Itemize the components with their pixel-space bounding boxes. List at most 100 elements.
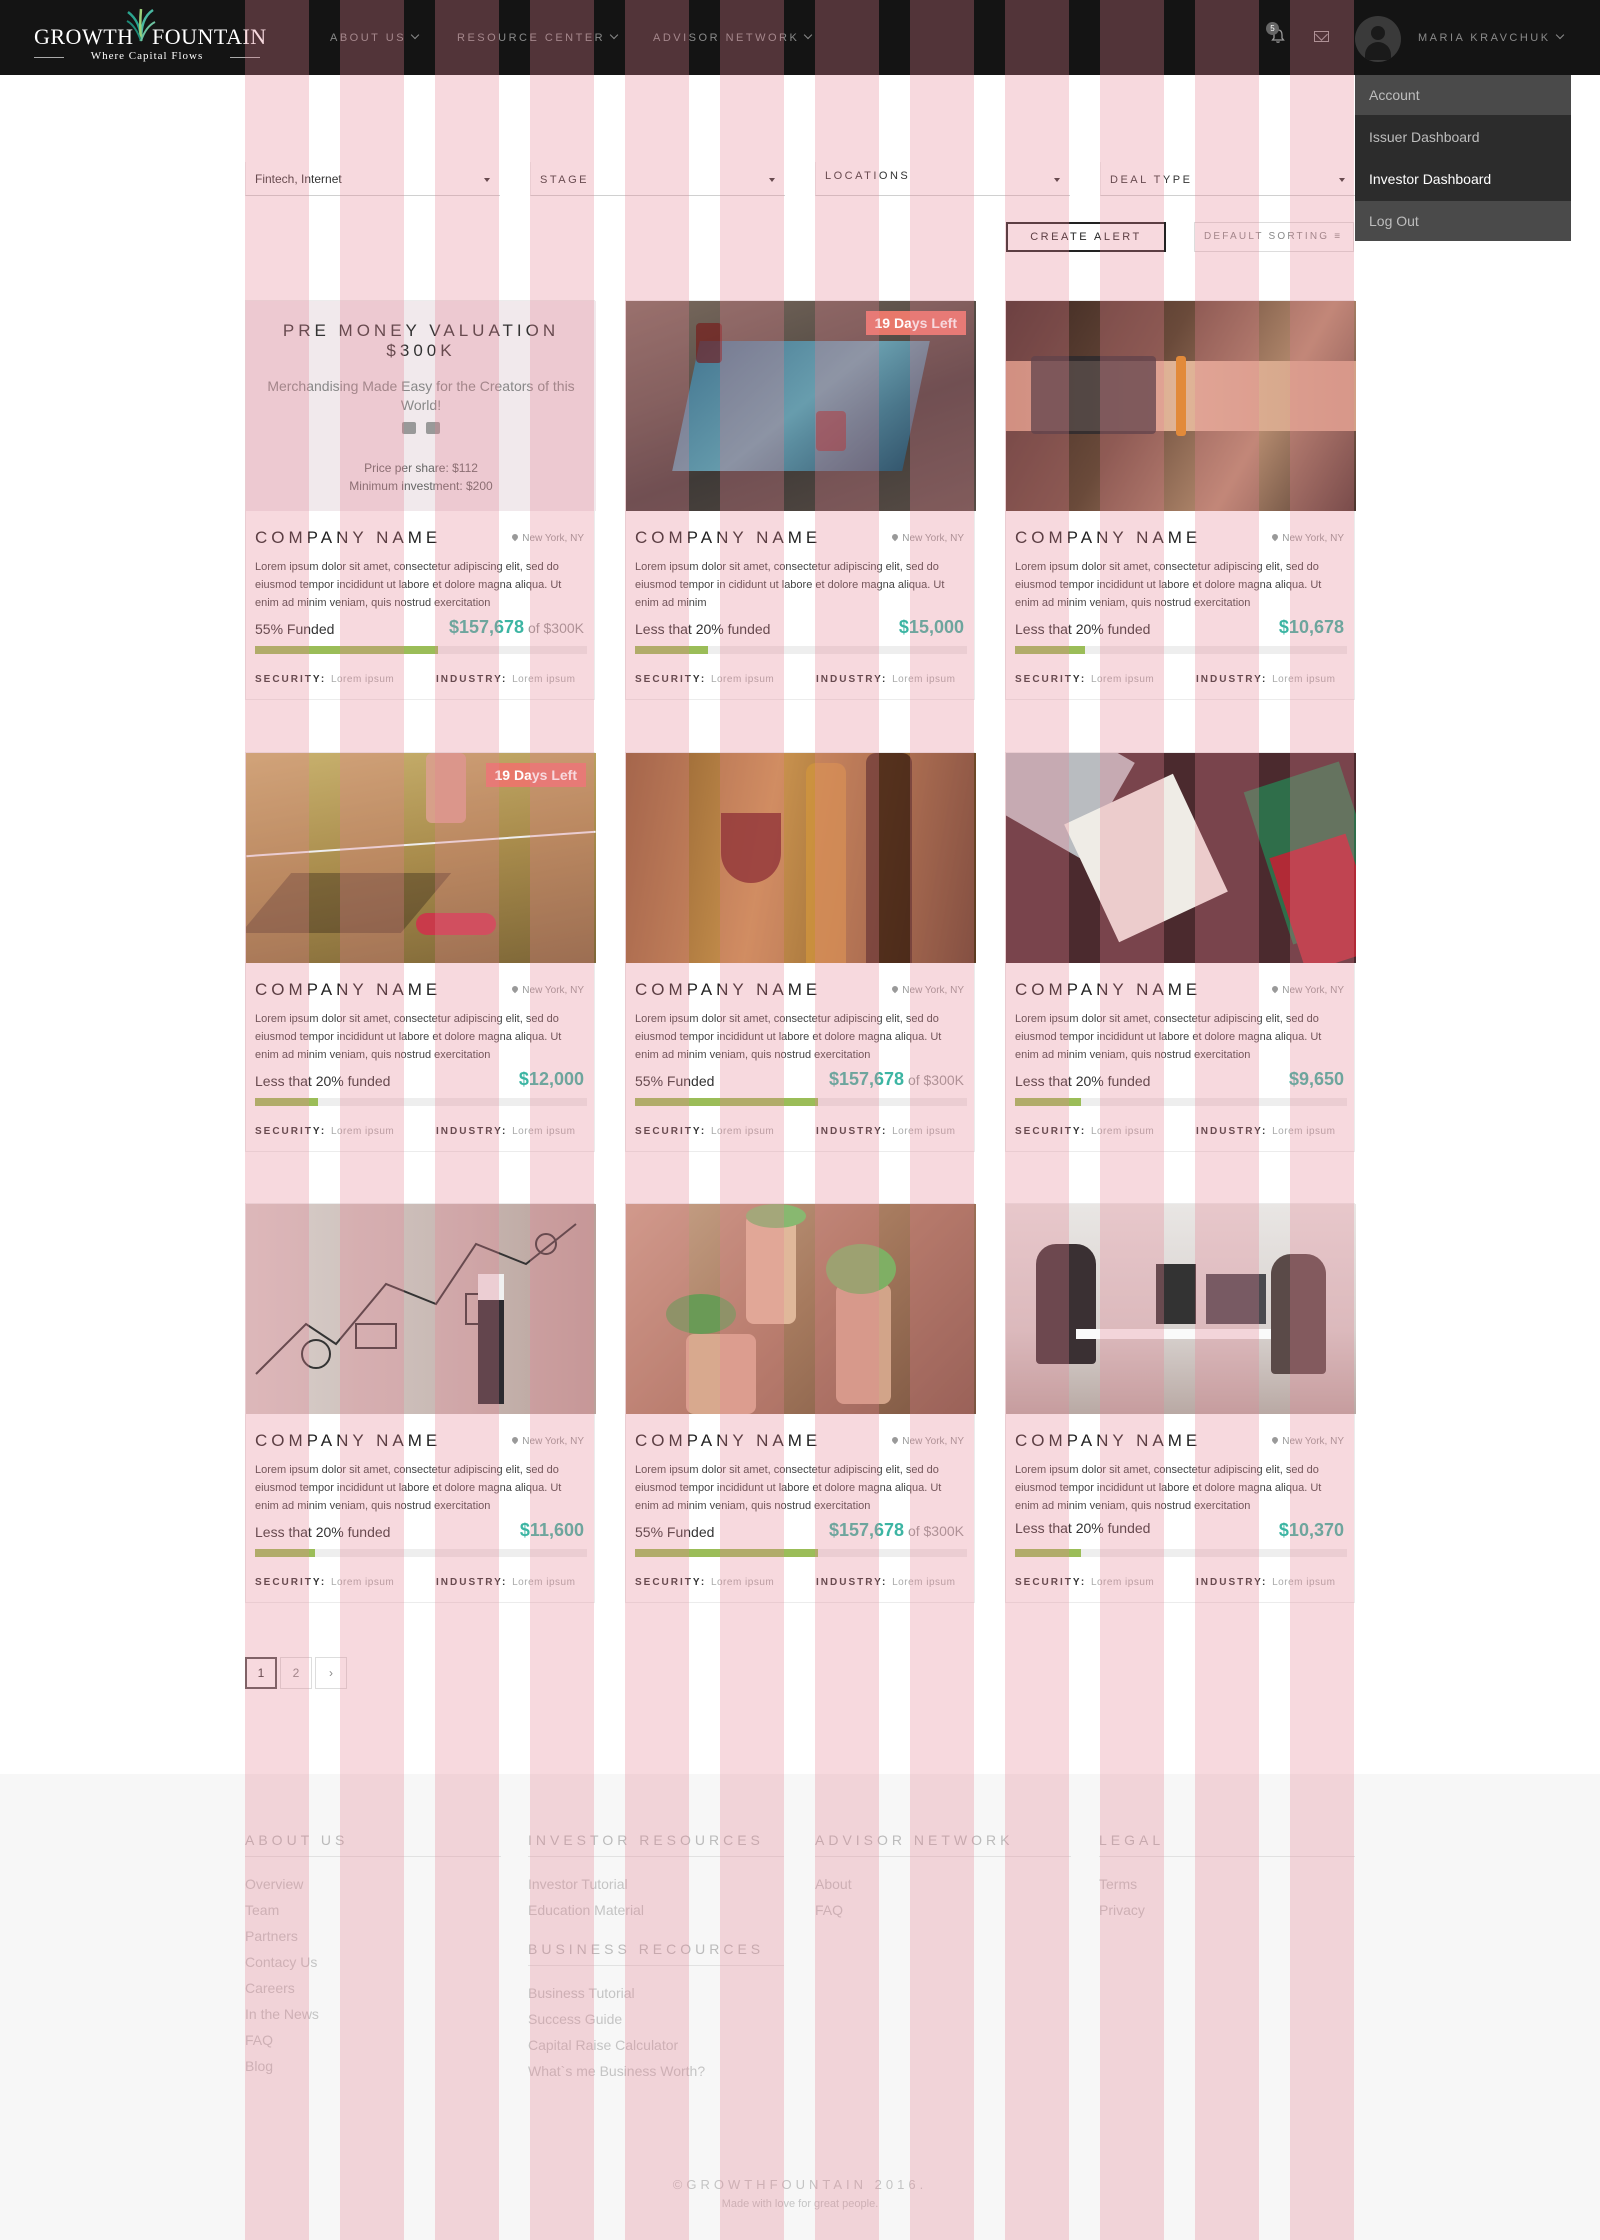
industry-value: Lorem ipsum: [512, 1577, 576, 1588]
company-name[interactable]: COMPANY NAME: [1015, 528, 1201, 548]
map-pin-icon: [891, 532, 900, 542]
security-label: SECURITY:: [1015, 1577, 1087, 1588]
valuation-panel: PRE MONEY VALUATION $300K Merchandising …: [246, 301, 596, 511]
funding-progress-bar: [255, 1098, 587, 1106]
menu-item-account[interactable]: Account: [1355, 75, 1571, 115]
deal-card[interactable]: COMPANY NAME New York, NY Lorem ipsum do…: [625, 752, 976, 1152]
funded-label: 55% Funded: [635, 1073, 715, 1089]
footer-link-business-worth[interactable]: What`s me Business Worth?: [528, 2058, 784, 2084]
create-alert-button[interactable]: CREATE ALERT: [1006, 222, 1166, 252]
dropdown-arrow-icon: [1339, 178, 1345, 182]
company-name[interactable]: COMPANY NAME: [255, 528, 441, 548]
raised-amount: $157,678 of $300K: [829, 1069, 964, 1090]
location-text: New York, NY: [522, 985, 584, 996]
footer-link-team[interactable]: Team: [245, 1897, 501, 1923]
security-label: SECURITY:: [255, 1577, 327, 1588]
industry-info: INDUSTRY: Lorem ipsum: [816, 674, 955, 685]
map-pin-icon: [1271, 1435, 1280, 1445]
deal-meta: SECURITY: Lorem ipsum INDUSTRY: Lorem ip…: [1015, 1126, 1347, 1137]
company-name[interactable]: COMPANY NAME: [1015, 980, 1201, 1000]
sketch-wall-photo: [246, 1204, 596, 1414]
nav-advisor-network[interactable]: ADVISOR NETWORK: [653, 30, 813, 44]
company-name[interactable]: COMPANY NAME: [635, 1431, 821, 1451]
deal-card[interactable]: COMPANY NAME New York, NY Lorem ipsum do…: [625, 1203, 976, 1603]
industry-label: INDUSTRY:: [436, 674, 508, 685]
deal-card[interactable]: 19 Days Left COMPANY NAME New York, NY L…: [245, 752, 596, 1152]
deal-card[interactable]: COMPANY NAME New York, NY Lorem ipsum do…: [1005, 752, 1356, 1152]
deal-type-filter-select[interactable]: DEAL TYPE: [1100, 162, 1355, 196]
security-label: SECURITY:: [255, 674, 327, 685]
company-name[interactable]: COMPANY NAME: [1015, 1431, 1201, 1451]
footer-link-privacy[interactable]: Privacy: [1099, 1897, 1355, 1923]
nav-about-us[interactable]: ABOUT US: [330, 30, 420, 44]
deal-card[interactable]: PRE MONEY VALUATION $300K Merchandising …: [245, 300, 596, 700]
footer-link-blog[interactable]: Blog: [245, 2053, 501, 2079]
industry-label: INDUSTRY:: [436, 1577, 508, 1588]
footer-link-business-tutorial[interactable]: Business Tutorial: [528, 1980, 784, 2006]
footer-link-capital-calculator[interactable]: Capital Raise Calculator: [528, 2032, 784, 2058]
stage-filter-select[interactable]: STAGE: [530, 162, 785, 196]
footer-link-investor-tutorial[interactable]: Investor Tutorial: [528, 1871, 784, 1897]
minimum-investment: Minimum investment: $200: [349, 479, 493, 493]
footer-link-overview[interactable]: Overview: [245, 1871, 501, 1897]
security-value: Lorem ipsum: [710, 674, 775, 685]
industry-info: INDUSTRY: Lorem ipsum: [816, 1126, 955, 1137]
raised-amount: $10,678: [1279, 617, 1344, 638]
funding-progress-fill: [635, 1098, 818, 1106]
footer-link-terms[interactable]: Terms: [1099, 1871, 1355, 1897]
user-menu-toggle[interactable]: MARIA KRAVCHUK: [1418, 30, 1564, 44]
page-2-button[interactable]: 2: [280, 1657, 312, 1689]
footer-investor-column: INVESTOR RESOURCES Investor Tutorial Edu…: [528, 1832, 784, 2084]
deal-card[interactable]: COMPANY NAME New York, NY Lorem ipsum do…: [245, 1203, 596, 1603]
desk-notebook-photo: [1006, 753, 1356, 963]
valuation-title: PRE MONEY VALUATION $300K: [282, 321, 560, 360]
footer-link-faq[interactable]: FAQ: [245, 2027, 501, 2053]
footer-link-partners[interactable]: Partners: [245, 1923, 501, 1949]
company-name[interactable]: COMPANY NAME: [255, 980, 441, 1000]
touch-table-photo: 19 Days Left: [626, 301, 976, 511]
deal-meta: SECURITY: Lorem ipsum INDUSTRY: Lorem ip…: [635, 1577, 967, 1588]
company-name[interactable]: COMPANY NAME: [635, 528, 821, 548]
company-name[interactable]: COMPANY NAME: [255, 1431, 441, 1451]
location-text: New York, NY: [522, 1436, 584, 1447]
menu-item-log-out[interactable]: Log Out: [1355, 201, 1571, 241]
next-page-button[interactable]: ›: [315, 1657, 347, 1689]
menu-item-issuer-dashboard[interactable]: Issuer Dashboard: [1355, 117, 1571, 157]
company-location: New York, NY: [1271, 984, 1344, 996]
sorting-select[interactable]: DEFAULT SORTING ≡: [1194, 222, 1354, 252]
footer-link-contact[interactable]: Contacy Us: [245, 1949, 501, 1975]
security-label: SECURITY:: [255, 1126, 327, 1137]
deal-card[interactable]: 19 Days Left COMPANY NAME New York, NY L…: [625, 300, 976, 700]
brand-logo[interactable]: GROWTH FOUNTAIN Where Capital Flows: [34, 8, 266, 68]
company-location: New York, NY: [891, 532, 964, 544]
funding-goal: of $300K: [904, 1072, 964, 1088]
funded-label: Less that 20% funded: [635, 621, 771, 637]
footer-link-advisor-faq[interactable]: FAQ: [815, 1897, 1071, 1923]
map-pin-icon: [1271, 532, 1280, 542]
user-avatar-icon[interactable]: [1355, 16, 1401, 62]
locations-filter-select[interactable]: LOCATIONS: [815, 162, 1070, 196]
footer-link-careers[interactable]: Careers: [245, 1975, 501, 2001]
gift-icon: [426, 422, 440, 434]
mail-icon[interactable]: [1314, 31, 1329, 42]
footer-link-news[interactable]: In the News: [245, 2001, 501, 2027]
location-text: New York, NY: [1282, 985, 1344, 996]
deal-card[interactable]: COMPANY NAME New York, NY Lorem ipsum do…: [1005, 300, 1356, 700]
nav-resource-center[interactable]: RESOURCE CENTER: [457, 30, 619, 44]
funding-progress-bar: [255, 1549, 587, 1557]
page-1-button[interactable]: 1: [245, 1657, 277, 1689]
wrist-projection-photo: [1006, 301, 1356, 511]
company-location: New York, NY: [1271, 532, 1344, 544]
footer-link-success-guide[interactable]: Success Guide: [528, 2006, 784, 2032]
security-info: SECURITY: Lorem ipsum: [1015, 1577, 1154, 1588]
company-name[interactable]: COMPANY NAME: [635, 980, 821, 1000]
deal-card[interactable]: COMPANY NAME New York, NY Lorem ipsum do…: [1005, 1203, 1356, 1603]
nav-resource-center-label: RESOURCE CENTER: [457, 32, 606, 44]
footer-link-education-material[interactable]: Education Material: [528, 1897, 784, 1923]
footer-link-advisor-about[interactable]: About: [815, 1871, 1071, 1897]
menu-item-investor-dashboard[interactable]: Investor Dashboard: [1355, 159, 1571, 199]
industry-label: INDUSTRY:: [1196, 1577, 1268, 1588]
raised-amount: $10,370: [1279, 1520, 1344, 1541]
industry-filter-select[interactable]: Fintech, Internet: [245, 162, 500, 196]
succulent-corks-photo: [626, 1204, 976, 1414]
